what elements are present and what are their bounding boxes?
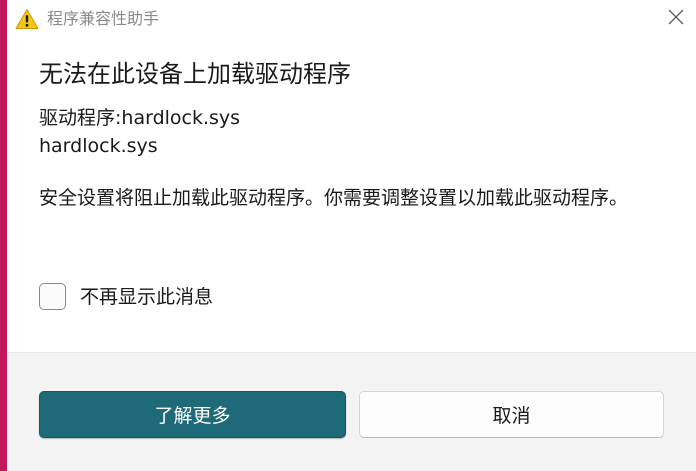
dont-show-again-label: 不再显示此消息: [80, 285, 214, 308]
close-icon: [668, 9, 684, 29]
compatibility-dialog: 程序兼容性助手 无法在此设备上加载驱动程序 驱动程序:hardlock.sys …: [7, 0, 696, 471]
window-title: 程序兼容性助手: [47, 9, 160, 28]
driver-label: 驱动程序:hardlock.sys: [39, 107, 241, 129]
dont-show-again-checkbox[interactable]: [39, 283, 66, 310]
driver-file-name: hardlock.sys: [39, 135, 158, 157]
cancel-button[interactable]: 取消: [359, 391, 664, 438]
dialog-message: 安全设置将阻止加载此驱动程序。你需要调整设置以加载此驱动程序。: [39, 187, 629, 209]
dialog-heading: 无法在此设备上加载驱动程序: [39, 60, 351, 88]
learn-more-button[interactable]: 了解更多: [39, 391, 346, 438]
close-button[interactable]: [659, 2, 693, 36]
warning-icon: [15, 8, 39, 30]
title-bar: 程序兼容性助手: [7, 0, 696, 38]
dont-show-again-option[interactable]: 不再显示此消息: [39, 283, 213, 310]
button-bar: 了解更多 取消: [7, 352, 696, 471]
